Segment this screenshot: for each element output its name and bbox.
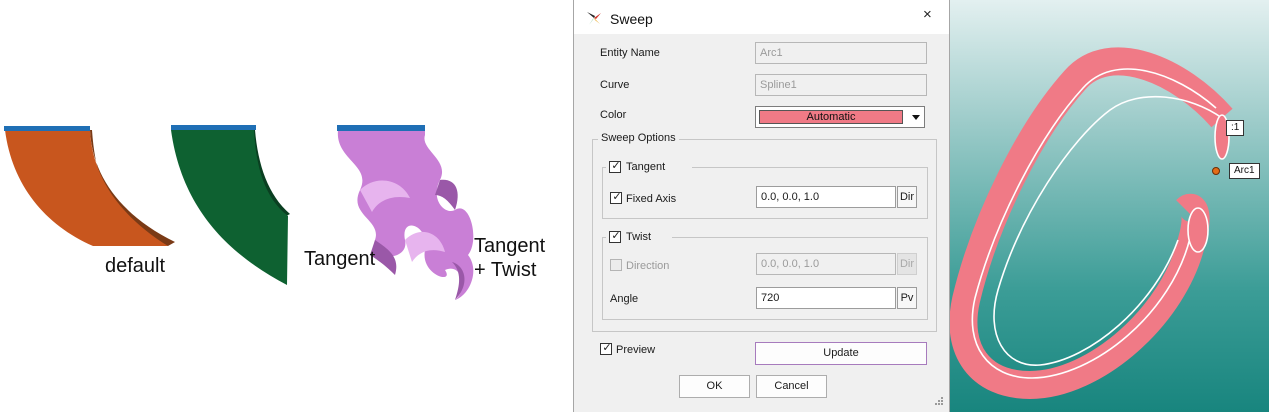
ok-button[interactable]: OK [679,375,750,398]
angle-label: Angle [610,293,639,305]
app-logo-icon [587,12,601,25]
angle-pv-button[interactable]: Pv [897,287,917,309]
curve-field[interactable]: Spline1 [755,74,927,96]
twist-legend: ✓ Twist [606,230,672,245]
default-label: default [105,255,166,277]
dialog-title: Sweep [610,11,653,27]
tangent-twist-label-line1: Tangent [474,235,546,257]
color-select[interactable]: Automatic [755,106,925,128]
arc1-entity-tag: Arc1 [1229,163,1260,179]
direction-dir-button[interactable]: Dir [897,253,917,275]
preview-label: Preview [616,344,656,356]
resize-grip-icon[interactable] [934,396,944,406]
fixed-axis-checkbox[interactable]: ✓ [610,191,622,204]
sweep-options-label: Sweep Options [598,132,679,144]
close-icon[interactable]: × [923,6,932,23]
angle-input[interactable]: 720 [756,287,896,309]
preview-checkbox[interactable]: ✓ [600,342,612,355]
sweep-dialog: Sweep × Entity Name Arc1 Curve Spline1 C… [573,0,950,412]
direction-label: Direction [626,260,670,272]
sweep-illustration: default Tangent Tangent + Twist [0,0,573,412]
partial-entity-tag: :1 [1226,120,1245,136]
fixed-axis-input[interactable]: 0.0, 0.0, 1.0 [756,186,896,208]
tangent-label: Tangent [304,248,376,270]
twist-checkbox[interactable]: ✓ [609,230,621,243]
tangent-sweep-shape [171,125,290,285]
fixed-axis-dir-button[interactable]: Dir [897,186,917,208]
tangent-checkbox[interactable]: ✓ [609,160,621,173]
tangent-label: Tangent [626,161,666,173]
twist-sweep-shape [337,125,474,300]
swept-ribbon-preview [950,47,1233,400]
dialog-titlebar[interactable]: Sweep × [574,0,949,34]
sweep-shapes [4,125,474,300]
default-sweep-shape [4,126,175,246]
3d-viewport[interactable]: :1 Arc1 [950,0,1269,412]
curve-label: Curve [600,79,630,91]
entity-name-label: Entity Name [600,47,660,59]
fixed-axis-label: Fixed Axis [626,193,677,205]
update-button[interactable]: Update [755,342,927,365]
entity-name-field[interactable]: Arc1 [755,42,927,64]
color-label: Color [600,109,627,121]
color-swatch: Automatic [759,110,903,124]
twist-label: Twist [626,231,652,243]
tangent-legend: ✓ Tangent [606,160,692,175]
direction-checkbox[interactable] [610,259,622,271]
direction-input[interactable]: 0.0, 0.0, 1.0 [756,253,896,275]
tangent-twist-label-line2: + Twist [474,259,537,281]
cancel-button[interactable]: Cancel [756,375,827,398]
chevron-down-icon[interactable] [912,115,920,120]
